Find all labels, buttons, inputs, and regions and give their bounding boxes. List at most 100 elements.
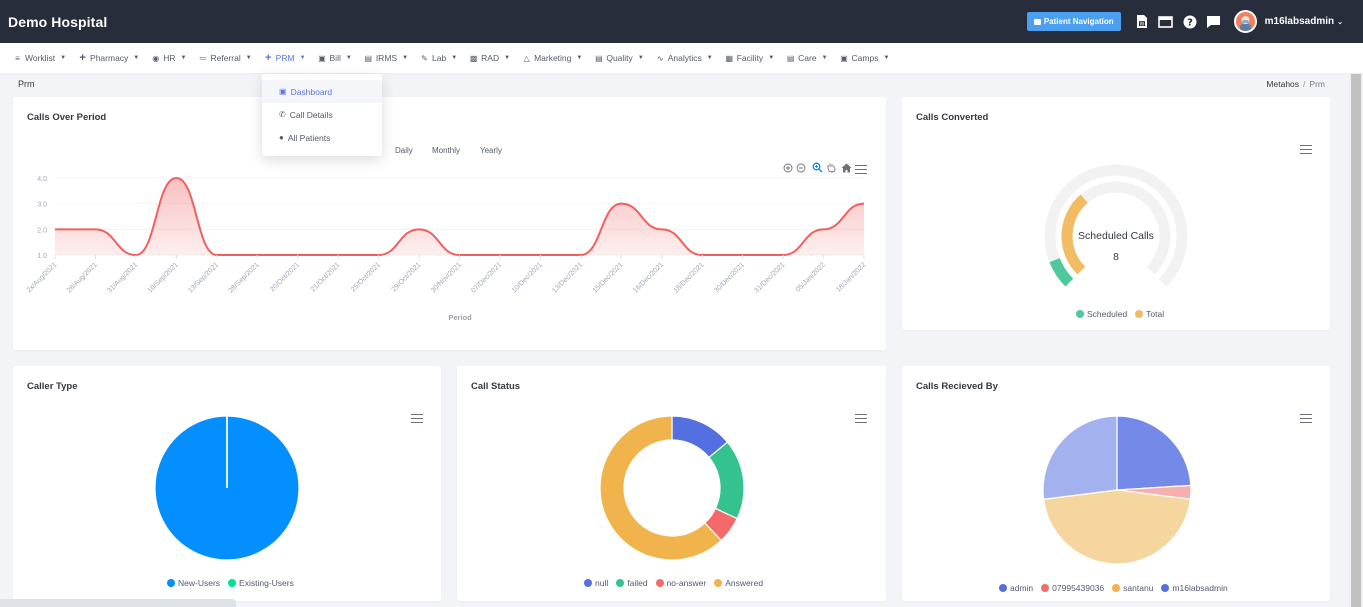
legend-item[interactable]: santanu [1112,583,1153,593]
call-status-chart [599,415,745,561]
menu-care[interactable]: ▤ Care ▼ [786,53,828,63]
chat-icon[interactable] [1206,14,1222,30]
menu-hr[interactable]: ◉ HR ▼ [151,53,186,63]
legend-label: Total [1146,309,1165,319]
caret-down-icon: ▼ [504,55,511,61]
x-tick-label: 13/Sep/2021 [187,261,220,294]
pie-slice-santanu [1042,489,1192,565]
pan-hand-icon[interactable] [826,162,836,173]
menu-bill[interactable]: ▣ Bill ▼ [318,53,352,63]
care-icon: ▤ [786,53,795,63]
caret-down-icon: ▼ [706,55,713,61]
legend-item[interactable]: 07995439036 [1041,583,1104,593]
menu-prm[interactable]: + PRM ▼ [264,52,306,64]
legend-item[interactable]: m16labsadmin [1161,583,1228,593]
legend-item[interactable]: Scheduled [1076,309,1127,319]
dashboard-icon: ▣ [279,87,287,96]
scrollbar-thumb[interactable] [1351,74,1361,607]
dropdown-item-all-patients[interactable]: ● All Patients [262,126,382,149]
legend-label: santanu [1123,583,1154,593]
zoom-in-icon[interactable] [783,163,793,173]
radial-center-value: 8 [1113,251,1119,263]
window-icon[interactable] [1158,14,1174,30]
selection-zoom-icon[interactable] [812,162,823,173]
menu-lab[interactable]: ✎ Lab ▼ [420,53,457,63]
menu-pharmacy[interactable]: + Pharmacy ▼ [78,52,139,64]
user-circle-icon: ◉ [152,53,160,63]
radial-center-label: Scheduled Calls [1078,230,1154,242]
menu-referral[interactable]: ≔ Referral ▼ [198,53,252,63]
legend-item[interactable]: null [584,578,608,588]
menu-label: Pharmacy [90,53,129,63]
caret-down-icon: ▼ [402,55,409,61]
user-menu[interactable]: m16labsadmin ⌄ [1265,16,1343,27]
caller-type-chart [154,415,300,561]
menu-worklist[interactable]: ≡ Worklist ▼ [13,53,66,63]
menu-label: Bill [329,53,341,63]
range-daily-button[interactable]: Daily [395,146,413,155]
avatar[interactable] [1233,10,1257,33]
x-tick-label: 30/Dec/2021 [713,261,746,294]
x-tick-label: 18/Dec/2021 [673,261,706,294]
legend-marker [999,584,1007,592]
prm-dropdown: ▣ Dashboard ✆ Call Details ● All Patients [262,74,382,156]
legend-label: Existing-Users [239,578,294,588]
word-doc-icon[interactable]: W [1134,14,1150,30]
legend-item[interactable]: Total [1135,309,1164,319]
plus-icon: + [79,52,86,64]
svg-text:?: ? [1187,17,1193,28]
quality-icon: ▤ [595,53,603,63]
series-line [55,176,865,257]
app-title[interactable]: Demo Hospital [8,14,107,30]
legend-item[interactable]: admin [999,583,1033,593]
home-reset-icon[interactable] [841,163,852,173]
pie-slice-admin [1116,415,1192,491]
dropdown-label: Dashboard [290,86,333,97]
x-tick-label: 29/Oct/2021 [391,261,423,293]
calls-converted-chart [1044,164,1188,287]
calls-received-by-chart [1042,415,1192,565]
range-yearly-button[interactable]: Yearly [480,146,502,155]
menu-label: Lab [432,53,447,63]
legend-item[interactable]: Answered [714,578,763,588]
zoom-out-icon[interactable] [796,163,806,173]
caret-down-icon: ▼ [133,55,140,61]
breadcrumb-item[interactable]: Metahos [1266,79,1299,89]
calls-over-period-card: Calls Over Period Daily Monthly Yearly 1… [13,97,886,350]
menu-marketing[interactable]: △ Marketing ▼ [522,53,582,63]
pulse-icon: ∿ [656,53,664,63]
breadcrumb-separator: / [1303,79,1306,89]
legend-item[interactable]: no-answer [655,578,706,588]
chart-menu-icon[interactable] [855,165,867,174]
legend-marker [616,579,625,587]
chevron-down-icon: ⌄ [1337,18,1343,26]
legend-item[interactable]: New-Users [167,578,220,588]
patient-navigation-button[interactable]: Patient Navigation [1026,12,1121,31]
legend-label: admin [1010,583,1034,593]
menu-label: PRM [275,53,295,63]
call-status-card: Call Status null failed no-answer Answer… [457,366,886,601]
menu-irms[interactable]: ▤ IRMS ▼ [364,53,408,63]
range-monthly-button[interactable]: Monthly [432,146,460,155]
menu-label: Facility [736,53,764,63]
menu-quality[interactable]: ▤ Quality ▼ [594,53,644,63]
y-tick-label: 2.0 [37,227,47,234]
patient-nav-icon [1033,18,1041,25]
film-icon: ▩ [469,53,478,63]
help-icon[interactable]: ? [1182,14,1198,30]
menu-camps[interactable]: ▣ Camps ▼ [840,53,889,63]
legend-marker [1135,310,1144,318]
legend-item[interactable]: Existing-Users [228,578,294,588]
page-scrollbar[interactable] [1349,74,1363,607]
menu-analytics[interactable]: ∿ Analytics ▼ [656,53,713,63]
dropdown-item-call-details[interactable]: ✆ Call Details [262,103,382,126]
legend-item[interactable]: failed [616,578,648,588]
dropdown-item-dashboard[interactable]: ▣ Dashboard [262,80,382,103]
menu-facility[interactable]: ▦ Facility ▼ [725,53,774,63]
calls-over-period-chart: 1.0 2.0 3.0 4.0 2x/Aug/2021 28/Aug/2021 31/Aug… [26,176,868,322]
legend-label: failed [627,578,648,588]
bill-icon: ▣ [318,53,326,63]
caret-down-icon: ▼ [768,55,775,61]
menu-rad[interactable]: ▩ RAD ▼ [469,53,510,63]
bag-icon: △ [523,53,530,63]
